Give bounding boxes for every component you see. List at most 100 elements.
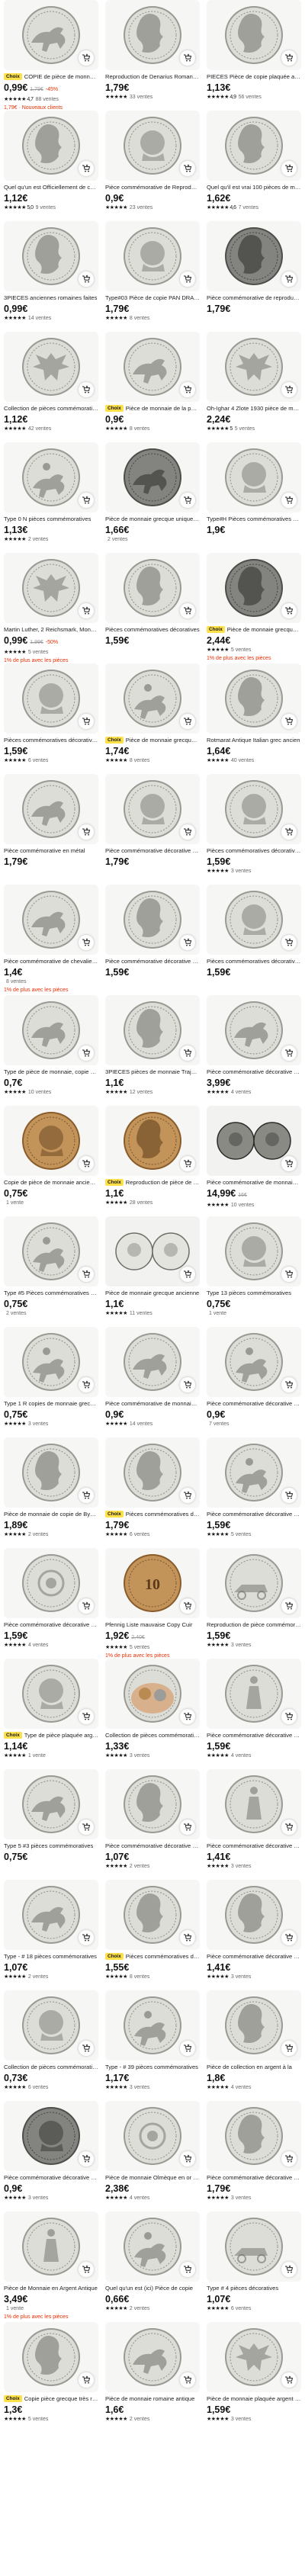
add-to-cart-button[interactable] (79, 382, 94, 397)
product-card[interactable]: Type #5 Pièces commémoratives décorative… (4, 1216, 98, 1327)
product-title[interactable]: ChoixReproduction de pièce de monnaie (105, 1179, 200, 1187)
add-to-cart-button[interactable] (281, 2372, 297, 2388)
product-card[interactable]: Choix Type de pièce plaquée argent 1,14€ ★★… (4, 1659, 98, 1769)
product-card[interactable]: Oh-Ighar 4 Zlote 1930 pièce de monnaie 2,… (207, 332, 301, 442)
product-title[interactable]: Pièce commémorative de chevalier de (4, 958, 98, 965)
product-card[interactable]: ChoixReproduction de pièce de monnaie1,1… (105, 1106, 200, 1216)
add-to-cart-button[interactable] (180, 161, 195, 176)
product-image[interactable] (207, 1548, 301, 1618)
product-title[interactable]: Pièce commémorative décorative plaquée (105, 1842, 200, 1850)
product-card[interactable]: Type 0 N pièces commémoratives 1,13€ ★★★★★… (4, 442, 98, 553)
product-image[interactable] (105, 2322, 200, 2392)
add-to-cart-button[interactable] (79, 2372, 94, 2388)
add-to-cart-button[interactable] (281, 2041, 297, 2056)
product-card[interactable]: Pièce de Monnaie en Argent Antique 3,49€ 1… (4, 2211, 98, 2322)
add-to-cart-button[interactable] (281, 714, 297, 729)
product-image[interactable] (4, 2322, 98, 2392)
product-title[interactable]: Collection de pièces commémoratives de (105, 1732, 200, 1739)
add-to-cart-button[interactable] (79, 714, 94, 729)
add-to-cart-button[interactable] (281, 50, 297, 66)
product-image[interactable] (207, 774, 301, 844)
product-card[interactable]: Pièce commémorative de reproduction 1,79€ (207, 221, 301, 332)
product-title[interactable]: Pièce commémorative de Reproduction (105, 184, 200, 191)
product-image[interactable] (105, 332, 200, 402)
product-image[interactable] (4, 2211, 98, 2282)
product-card[interactable]: Type#03 Pièce de copie PAN DRANE GR 1,79€… (105, 221, 200, 332)
add-to-cart-button[interactable] (281, 1820, 297, 1835)
add-to-cart-button[interactable] (180, 603, 195, 618)
product-card[interactable]: Pièce commémorative décorative plaquée 0,… (207, 1327, 301, 1437)
product-image[interactable] (105, 1106, 200, 1176)
product-image[interactable] (4, 1106, 98, 1176)
add-to-cart-button[interactable] (281, 2151, 297, 2166)
product-title[interactable]: Pièce commémorative décorative plaquée (207, 1732, 301, 1739)
product-image[interactable] (207, 1327, 301, 1397)
add-to-cart-button[interactable] (180, 2041, 195, 2056)
product-title[interactable]: Pièce de monnaie grecque ancienne (105, 1290, 200, 1297)
product-title[interactable]: Quel qu'un est (ici) Pièce de copie (105, 2285, 200, 2292)
product-image[interactable] (207, 2211, 301, 2282)
product-card[interactable]: 3PIECES anciennes romaines faites 0,99€ ★★… (4, 221, 98, 332)
product-image[interactable] (4, 1880, 98, 1950)
product-card[interactable]: Pièce de monnaie de copie de Byzance 1,89… (4, 1437, 98, 1548)
product-card[interactable]: Pièces commémoratives décoratives de 1,59… (207, 885, 301, 995)
add-to-cart-button[interactable] (180, 824, 195, 840)
product-title[interactable]: Martin Luther, 2 Reichsmark, Monnaie (4, 626, 98, 634)
product-title[interactable]: Reproduction de Denarius Roman Coins (105, 73, 200, 81)
product-card[interactable]: Type#H Pièces commémoratives décoratives… (207, 442, 301, 553)
product-title[interactable]: Oh-Ighar 4 Zlote 1930 pièce de monnaie (207, 405, 301, 413)
product-title[interactable]: Type 5 #3 pièces commémoratives (4, 1842, 98, 1850)
product-title[interactable]: Pièce de monnaie grecque unique, trouve (105, 516, 200, 523)
product-card[interactable]: Reproduction de Denarius Roman Coins 1,79… (105, 0, 200, 111)
add-to-cart-button[interactable] (180, 2151, 195, 2166)
product-title[interactable]: Type 0 N pièces commémoratives (4, 516, 98, 523)
add-to-cart-button[interactable] (79, 1267, 94, 1282)
add-to-cart-button[interactable] (79, 935, 94, 950)
product-card[interactable]: Pièce commémorative décorative plaquée 1,… (105, 774, 200, 885)
product-title[interactable]: Pièce de collection en argent à la (207, 2064, 301, 2071)
product-image[interactable] (4, 1990, 98, 2060)
product-title[interactable]: Pièces commémoratives décoratives de (4, 737, 98, 744)
add-to-cart-button[interactable] (79, 2041, 94, 2056)
add-to-cart-button[interactable] (281, 1267, 297, 1282)
product-image[interactable] (4, 111, 98, 181)
product-title[interactable]: ChoixPièces commémoratives décoratives d… (105, 1953, 200, 1961)
product-image[interactable]: 10 (105, 1548, 200, 1618)
product-image[interactable] (105, 774, 200, 844)
product-image[interactable] (207, 2101, 301, 2171)
product-card[interactable]: 3PIECES pièces de monnaie Trajan roman 1,… (105, 995, 200, 1106)
product-card[interactable]: Collection de pièces commémoratives de 0,… (4, 1990, 98, 2101)
product-title[interactable]: Pièce commémorative de monnaie ancienne (207, 1179, 301, 1187)
product-card[interactable]: Rotmarat Antique Italian grec ancien 1,64… (207, 663, 301, 774)
product-title[interactable]: ChoixPièce de monnaie grecque à leu sign… (207, 626, 301, 634)
add-to-cart-button[interactable] (180, 1156, 195, 1171)
add-to-cart-button[interactable] (281, 271, 297, 287)
product-title[interactable]: ChoixCOPIE de pièce de monnaie grecque (4, 73, 98, 81)
product-card[interactable]: Pièce commémorative de monnaie ancienne 0… (105, 1327, 200, 1437)
add-to-cart-button[interactable] (281, 1709, 297, 1724)
product-image[interactable] (4, 663, 98, 734)
product-image[interactable] (207, 332, 301, 402)
product-card[interactable]: Type - # 39 pièces commémoratives 1,17€ ★★… (105, 1990, 200, 2101)
product-card[interactable]: Pièce commémorative décorative plaquée 1,… (4, 1548, 98, 1659)
product-image[interactable] (207, 1769, 301, 1839)
product-title[interactable]: ChoixPièces commémoratives décoratives e… (105, 1511, 200, 1518)
product-card[interactable]: Martin Luther, 2 Reichsmark, Monnaie 0,99… (4, 553, 98, 663)
product-image[interactable] (207, 663, 301, 734)
add-to-cart-button[interactable] (180, 1820, 195, 1835)
product-card[interactable]: Pièce commémorative en métal 1,79€ (4, 774, 98, 885)
product-title[interactable]: Type 1 R copies de monnaie grecque (4, 1400, 98, 1408)
add-to-cart-button[interactable] (180, 2262, 195, 2277)
add-to-cart-button[interactable] (180, 1377, 195, 1392)
product-image[interactable] (4, 995, 98, 1065)
add-to-cart-button[interactable] (281, 603, 297, 618)
product-card[interactable]: Type 1 R copies de monnaie grecque 0,75€ ★… (4, 1327, 98, 1437)
product-card[interactable]: Pièce commémorative de monnaie ancienne 1… (207, 1106, 301, 1216)
product-card[interactable]: Reproduction de pièce commémorative 1,59€… (207, 1548, 301, 1659)
product-card[interactable]: Pièce commémorative décorative plaquée 1,… (207, 2101, 301, 2211)
product-card[interactable]: Pièce commémorative décorative plaquée 1,… (207, 1769, 301, 1880)
product-image[interactable] (4, 1769, 98, 1839)
product-title[interactable]: Copie de pièce de monnaie ancienne (4, 1179, 98, 1187)
product-title[interactable]: Pièce commémorative décorative plaquée (105, 847, 200, 855)
product-image[interactable] (207, 885, 301, 955)
